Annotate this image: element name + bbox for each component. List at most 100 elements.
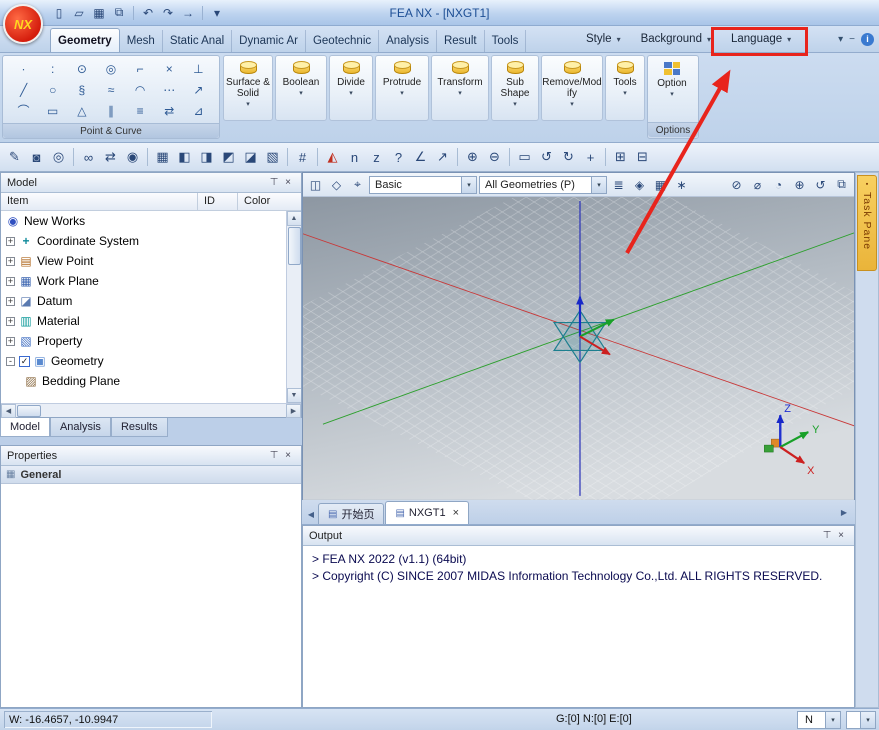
- grid-icon[interactable]: ▦: [152, 147, 173, 168]
- rectangle-icon[interactable]: ▭: [41, 103, 65, 119]
- workplane-right-icon[interactable]: ◩: [218, 147, 239, 168]
- tree-horizontal-scrollbar[interactable]: ◀ ▶: [1, 403, 301, 418]
- unlock-icon[interactable]: ◎: [48, 147, 69, 168]
- table-view-icon[interactable]: ⊟: [632, 147, 653, 168]
- query-icon[interactable]: ?: [388, 147, 409, 168]
- tree-item-datum[interactable]: + ◪ Datum: [1, 291, 286, 311]
- view-style-select[interactable]: Basic ▾: [369, 175, 477, 194]
- rotate-cw-icon[interactable]: ↻: [558, 147, 579, 168]
- ribbon-tab-static-analysis[interactable]: Static Anal: [163, 30, 233, 52]
- open-file-icon[interactable]: ▱: [70, 4, 88, 22]
- close-icon[interactable]: ×: [281, 176, 295, 190]
- line-icon[interactable]: ╱: [12, 82, 36, 98]
- selection-filter-select[interactable]: All Geometries (P) ▾: [479, 175, 607, 194]
- arc-icon[interactable]: ◠: [128, 82, 152, 98]
- tree-item-geometry[interactable]: - ✓ ▣ Geometry: [1, 351, 286, 371]
- offset-icon[interactable]: ⊥: [186, 61, 210, 77]
- pin-icon[interactable]: ⊤: [267, 176, 281, 190]
- tree-item-property[interactable]: + ▧ Property: [1, 331, 286, 351]
- expand-icon[interactable]: +: [6, 316, 15, 326]
- expand-icon[interactable]: +: [6, 276, 15, 286]
- grid-view-icon[interactable]: ⊞: [610, 147, 631, 168]
- minimize-ribbon-icon[interactable]: ▾: [838, 34, 843, 45]
- circle-icon[interactable]: ⊙: [70, 61, 94, 77]
- hatch-icon[interactable]: ≡: [128, 103, 152, 119]
- axis-toggle-icon[interactable]: ∗: [672, 175, 691, 194]
- expand-icon[interactable]: +: [6, 236, 15, 246]
- ribbon-tab-tools[interactable]: Tools: [485, 30, 527, 52]
- boolean-button[interactable]: Boolean ▾: [275, 55, 327, 121]
- column-color[interactable]: Color: [238, 193, 301, 210]
- pin-icon[interactable]: ⊤: [820, 529, 834, 543]
- divide-button[interactable]: Divide ▾: [329, 55, 373, 121]
- lock-icon[interactable]: ◙: [26, 147, 47, 168]
- zoom-window-icon[interactable]: ⊕: [790, 175, 809, 194]
- expand-icon[interactable]: +: [6, 256, 15, 266]
- expand-icon[interactable]: +: [6, 336, 15, 346]
- script-edit-icon[interactable]: ✎: [4, 147, 25, 168]
- wave-icon[interactable]: ≈: [99, 82, 123, 98]
- transform-button[interactable]: Transform ▾: [431, 55, 489, 121]
- menu-style[interactable]: Style ▾: [576, 26, 631, 52]
- measure-icon[interactable]: ∠: [410, 147, 431, 168]
- tree-item-work-plane[interactable]: + ▦ Work Plane: [1, 271, 286, 291]
- refresh-view-icon[interactable]: ↺: [811, 175, 830, 194]
- save-icon[interactable]: ▦: [90, 4, 108, 22]
- task-pane-tab[interactable]: ▪ Task Pane: [857, 175, 877, 271]
- tree-vertical-scrollbar[interactable]: ▲ ▼: [286, 211, 301, 403]
- workplane-top-icon[interactable]: ◨: [196, 147, 217, 168]
- rotate-ccw-icon[interactable]: ↺: [536, 147, 557, 168]
- intersect-icon[interactable]: ×: [157, 61, 181, 77]
- clip-plane-icon[interactable]: ⊘: [727, 175, 746, 194]
- redo-icon[interactable]: ↷: [159, 4, 177, 22]
- spline-icon[interactable]: §: [70, 82, 94, 98]
- scroll-up-icon[interactable]: ▲: [286, 211, 301, 226]
- points-icon[interactable]: :: [41, 61, 65, 77]
- ribbon-tab-geotechnical[interactable]: Geotechnic: [306, 30, 380, 52]
- point-icon[interactable]: ∙: [12, 61, 36, 77]
- sub-shape-button[interactable]: Sub Shape ▾: [491, 55, 539, 121]
- triangle-icon[interactable]: △: [70, 103, 94, 119]
- display-option-icon[interactable]: ≣: [609, 175, 628, 194]
- tangent-icon[interactable]: ↗: [186, 82, 210, 98]
- unit-select[interactable]: N ▾: [797, 711, 841, 729]
- polygon-icon[interactable]: ○: [41, 82, 65, 98]
- select-box-icon[interactable]: ▭: [514, 147, 535, 168]
- chevron-down-icon[interactable]: ▾: [591, 176, 606, 193]
- chevron-down-icon[interactable]: ▾: [825, 712, 840, 728]
- tree-item-coordinate-system[interactable]: + + Coordinate System: [1, 231, 286, 251]
- new-file-icon[interactable]: ▯: [50, 4, 68, 22]
- viewport-canvas[interactable]: Z Y X: [303, 197, 854, 500]
- save-all-icon[interactable]: ⧉: [110, 4, 128, 22]
- render-mode-icon[interactable]: ◇: [327, 175, 346, 194]
- tab-scroll-left-icon[interactable]: ◀: [304, 505, 318, 524]
- scroll-right-icon[interactable]: ▶: [286, 403, 301, 418]
- customize-quick-access-icon[interactable]: ▾: [208, 4, 226, 22]
- move-plane-icon[interactable]: ▧: [262, 147, 283, 168]
- diameter-icon[interactable]: ⌀: [748, 175, 767, 194]
- mesh-display-icon[interactable]: ◭: [322, 147, 343, 168]
- chevron-down-icon[interactable]: ▾: [860, 712, 875, 728]
- protrude-button[interactable]: Protrude ▾: [375, 55, 429, 121]
- snap-grid-icon[interactable]: #: [292, 147, 313, 168]
- capture-icon[interactable]: ⧉: [832, 175, 851, 194]
- snap-node-icon[interactable]: n: [344, 147, 365, 168]
- pan-icon[interactable]: +: [580, 147, 601, 168]
- tree-item-bedding-plane[interactable]: ▨ Bedding Plane: [1, 371, 286, 391]
- swap-icon[interactable]: ⇄: [157, 103, 181, 119]
- sync-icon[interactable]: ⇄: [100, 147, 121, 168]
- fillet-icon[interactable]: ⌒: [12, 103, 36, 119]
- column-id[interactable]: ID: [198, 193, 238, 210]
- minimize-icon[interactable]: −: [849, 34, 855, 45]
- undo-icon[interactable]: ↶: [139, 4, 157, 22]
- tab-scroll-right-icon[interactable]: ▶: [837, 503, 851, 522]
- snap-zero-icon[interactable]: z: [366, 147, 387, 168]
- tree-item-view-point[interactable]: + ▤ View Point: [1, 251, 286, 271]
- workplane-front-icon[interactable]: ◧: [174, 147, 195, 168]
- remove-modify-button[interactable]: Remove/Modify ▾: [541, 55, 603, 121]
- viewport-layout-icon[interactable]: ◫: [306, 175, 325, 194]
- workplane-iso-icon[interactable]: ◪: [240, 147, 261, 168]
- tab-results[interactable]: Results: [110, 418, 168, 437]
- scrollbar-thumb[interactable]: [287, 227, 301, 265]
- pin-icon[interactable]: ⊤: [267, 449, 281, 463]
